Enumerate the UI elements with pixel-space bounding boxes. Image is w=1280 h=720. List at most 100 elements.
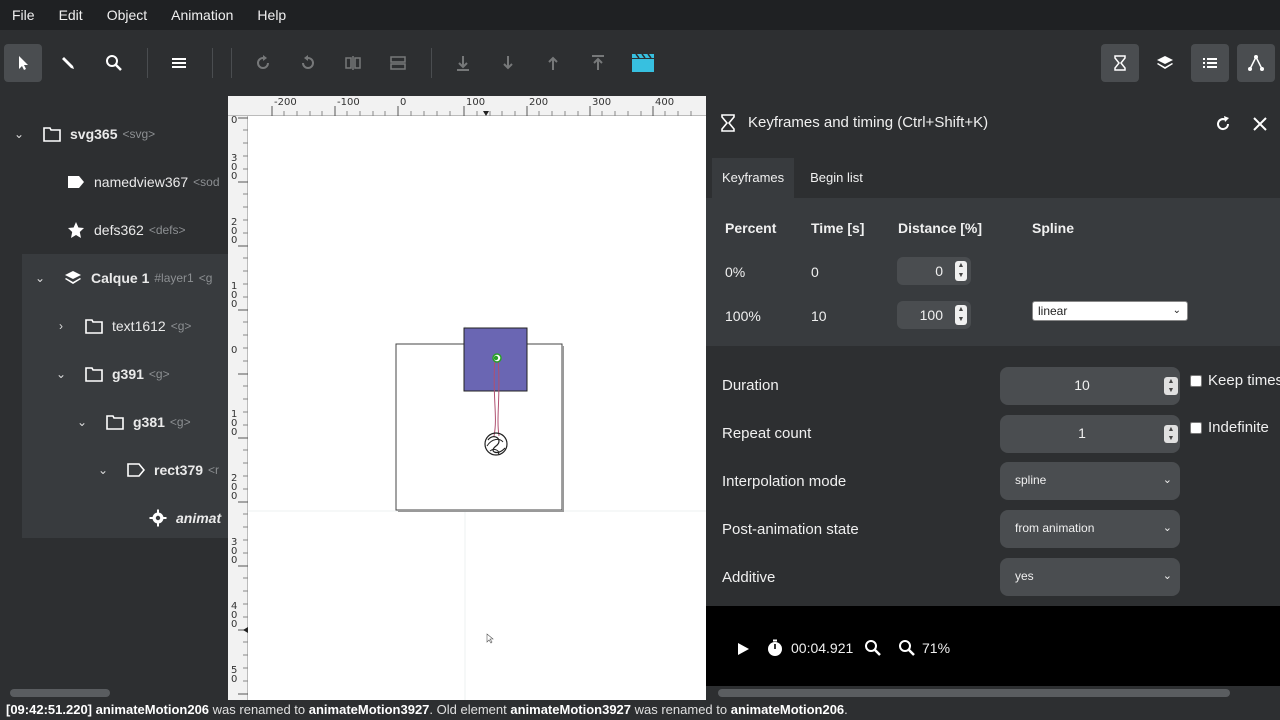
animation-button[interactable] — [624, 44, 662, 82]
drawing-artwork[interactable] — [228, 96, 706, 700]
checkbox-box[interactable] — [1190, 421, 1202, 434]
tree-horizontal-scrollbar[interactable] — [0, 686, 228, 700]
chevron-down-icon: ⌄ — [1162, 474, 1172, 486]
menu-file[interactable]: File — [0, 7, 47, 23]
clapperboard-icon — [632, 53, 654, 72]
tag-icon — [68, 176, 84, 188]
spin-arrows-icon[interactable]: ▲ ▼ — [955, 261, 967, 281]
spin-arrows-icon[interactable]: ▲ ▼ — [1164, 377, 1178, 395]
dock-horizontal-scrollbar[interactable] — [706, 686, 1280, 700]
chevron-down-icon[interactable]: ⌄ — [12, 127, 26, 141]
additive-select[interactable]: yes ⌄ — [1000, 558, 1180, 596]
row-time: 10 — [811, 308, 827, 324]
chevron-down-icon[interactable]: ⌄ — [54, 367, 68, 381]
layers-icon — [1157, 56, 1173, 69]
duration-label: Duration — [722, 377, 779, 394]
animation-player: 00:04.921 71% — [706, 606, 1280, 686]
lower-bottom-icon — [457, 56, 469, 71]
tree-item-tag: <g> — [169, 415, 191, 429]
tab-begin-list[interactable]: Begin list — [800, 158, 873, 198]
row-percent: 0% — [725, 264, 746, 280]
tree-row-rect379[interactable]: ⌄ rect379 <r — [96, 446, 219, 494]
column-header: Percent — [725, 220, 777, 236]
spin-arrows-icon[interactable]: ▲ ▼ — [1164, 425, 1178, 443]
zoom-icon — [106, 55, 122, 71]
menu-object[interactable]: Object — [95, 7, 159, 23]
column-header: Time [s] — [811, 220, 865, 236]
spline-select[interactable]: linear ⌄ — [1032, 301, 1188, 321]
distance-spinbox[interactable]: 100 ▲ ▼ — [897, 301, 971, 329]
tree-row-calque1[interactable]: ⌄ Calque 1 #layer1 <g — [33, 254, 212, 302]
folder-icon — [43, 127, 61, 142]
status-element: animateMotion3927 — [308, 702, 430, 717]
tree-row-namedview367[interactable]: namedview367 <sod — [66, 158, 220, 206]
duration-field[interactable]: 10 ▲ ▼ — [1000, 367, 1180, 405]
tag-outline-icon — [127, 463, 145, 477]
tree-item-tag: #layer1 — [154, 271, 194, 285]
tree-row-svg365[interactable]: ⌄ svg365 <svg> — [12, 110, 155, 158]
status-text: . Old element — [429, 702, 511, 717]
menu-animation[interactable]: Animation — [159, 7, 245, 23]
post-animation-select[interactable]: from animation ⌄ — [1000, 510, 1180, 548]
tree-item-name: defs362 — [94, 222, 144, 238]
keep-times-checkbox[interactable]: Keep times — [1190, 372, 1280, 389]
pen-icon — [62, 57, 74, 69]
zoom-icon[interactable] — [864, 639, 882, 657]
drawing-canvas[interactable]: -200 -100 0 100 200 300 400 0 3 0 0 2 0 … — [228, 96, 706, 700]
interpolation-mode-select[interactable]: spline ⌄ — [1000, 462, 1180, 500]
ruler-label: 0 — [400, 97, 407, 108]
current-time: 00:04.921 — [791, 640, 854, 656]
checkbox-box[interactable] — [1190, 374, 1202, 387]
spin-arrows-icon[interactable]: ▲ ▼ — [955, 305, 967, 325]
list-dock-button[interactable] — [1191, 44, 1229, 82]
tree-item-tag: <g> — [148, 367, 170, 381]
flip-horizontal-button[interactable] — [334, 44, 372, 82]
refresh-icon[interactable] — [1214, 115, 1232, 133]
play-icon[interactable] — [736, 642, 750, 656]
tree-row-g381[interactable]: ⌄ g381 <g> — [75, 398, 191, 446]
pen-tool-button[interactable] — [50, 44, 88, 82]
folder-icon — [85, 367, 103, 382]
tree-row-text1612[interactable]: › text1612 <g> — [54, 302, 191, 350]
xml-tree-panel: ⌄ svg365 <svg> namedview367 <sod defs362… — [0, 96, 228, 686]
keyframes-dock-button[interactable] — [1101, 44, 1139, 82]
rotate-cw-button[interactable] — [244, 44, 282, 82]
nodes-dock-button[interactable] — [1237, 44, 1275, 82]
raise-top-button[interactable] — [579, 44, 617, 82]
ruler-label: 4 0 0 — [231, 601, 238, 630]
chevron-down-icon[interactable]: ⌄ — [96, 463, 110, 477]
chevron-down-icon[interactable]: ⌄ — [75, 415, 89, 429]
chevron-right-icon[interactable]: › — [54, 319, 68, 333]
menu-icon — [172, 58, 186, 68]
tab-keyframes[interactable]: Keyframes — [712, 158, 795, 198]
keyframes-table: Percent Time [s] Distance [%] Spline 0% … — [706, 198, 1280, 346]
select-tool-button[interactable] — [4, 44, 42, 82]
repeat-count-field[interactable]: 1 ▲ ▼ — [1000, 415, 1180, 453]
menu-button[interactable] — [160, 44, 198, 82]
status-element: animateMotion206 — [730, 702, 845, 717]
raise-button[interactable] — [534, 44, 572, 82]
chevron-down-icon: ⌄ — [1162, 522, 1172, 534]
repeat-count-label: Repeat count — [722, 425, 812, 442]
rotate-ccw-button[interactable] — [289, 44, 327, 82]
ruler-label: 0 — [231, 345, 238, 356]
flip-vertical-button[interactable] — [379, 44, 417, 82]
tree-item-name: namedview367 — [94, 174, 189, 190]
zoom-tool-button[interactable] — [95, 44, 133, 82]
row-time: 0 — [811, 264, 819, 280]
toolbar — [0, 30, 1280, 96]
distance-spinbox[interactable]: 0 ▲ ▼ — [897, 257, 971, 285]
close-icon[interactable] — [1252, 116, 1268, 132]
vertical-ruler: 0 3 0 0 2 0 0 1 0 0 0 1 0 0 2 0 0 3 0 0 … — [228, 116, 248, 700]
chevron-down-icon[interactable]: ⌄ — [33, 271, 47, 285]
menu-help[interactable]: Help — [245, 7, 298, 23]
lower-bottom-button[interactable] — [444, 44, 482, 82]
tree-row-g391[interactable]: ⌄ g391 <g> — [54, 350, 170, 398]
tree-row-defs362[interactable]: defs362 <defs> — [66, 206, 186, 254]
layers-dock-button[interactable] — [1146, 44, 1184, 82]
zoom-icon[interactable] — [898, 639, 916, 657]
tree-row-animate[interactable]: animat — [148, 494, 221, 542]
lower-button[interactable] — [489, 44, 527, 82]
indefinite-checkbox[interactable]: Indefinite — [1190, 419, 1269, 436]
menu-edit[interactable]: Edit — [47, 7, 95, 23]
